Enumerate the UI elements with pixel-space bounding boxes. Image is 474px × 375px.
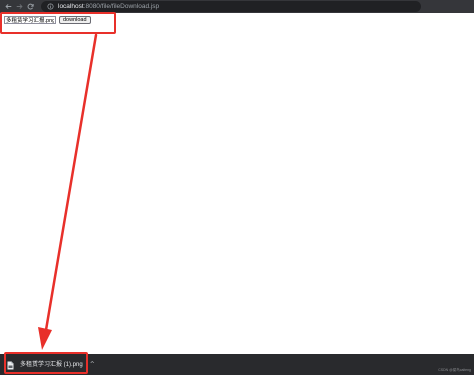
url-host: localhost: [58, 3, 84, 10]
chevron-up-icon[interactable]: ^: [90, 359, 95, 371]
address-bar[interactable]: localhost:8080/file/fileDownload.jsp: [41, 1, 421, 12]
page-content: download: [0, 13, 474, 354]
url-text: localhost:8080/file/fileDownload.jsp: [58, 1, 159, 12]
url-path: :8080/file/fileDownload.jsp: [83, 3, 160, 10]
highlight-box-form: [0, 12, 116, 34]
site-info-icon[interactable]: [46, 3, 54, 11]
watermark: CSDN @菜鸟caiteng: [438, 368, 471, 372]
highlight-box-download: [4, 352, 88, 374]
